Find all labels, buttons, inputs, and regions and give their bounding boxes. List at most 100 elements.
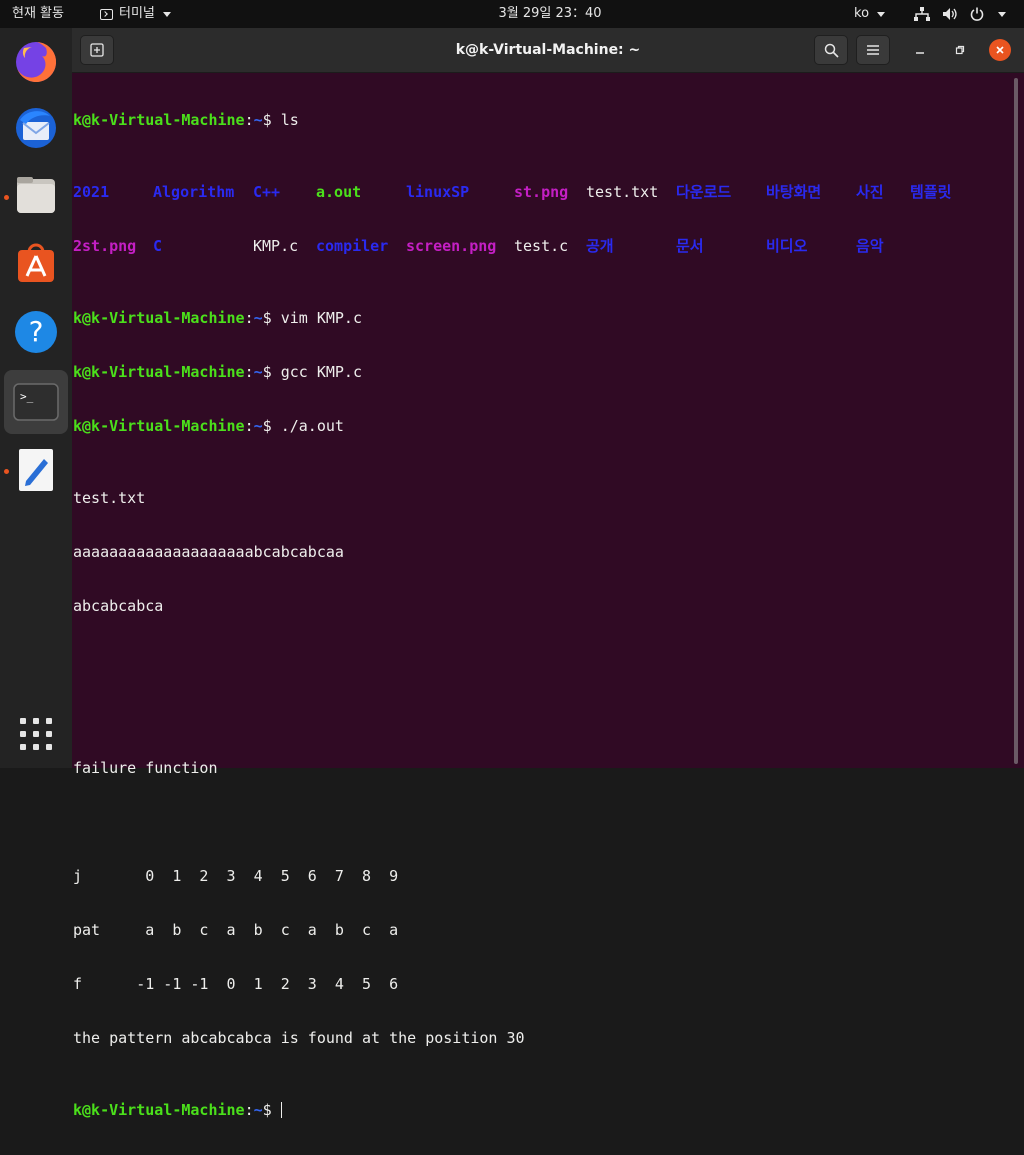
search-button[interactable] (814, 35, 848, 65)
ls-entry: 음악 (856, 237, 884, 255)
terminal-line: k@k-Virtual-Machine:~$ ./a.out (73, 417, 344, 435)
command-text: ls (280, 111, 299, 129)
prompt-sign: $ (262, 111, 281, 129)
dock: ? >_ (0, 28, 72, 768)
hamburger-icon (867, 45, 879, 55)
ls-entry: 2st.png (73, 237, 137, 255)
ls-entry: test.c (514, 237, 569, 255)
firefox-icon (16, 41, 57, 82)
ls-entry: 사진 (856, 183, 884, 201)
terminal-window: k@k-Virtual-Machine: ~ k@k-Virtual-Machi… (72, 28, 1024, 1119)
output-line: pat a b c a b c a b c a (73, 921, 399, 939)
minimize-icon (916, 52, 924, 54)
ls-entry: compiler (316, 237, 389, 255)
power-icon (970, 7, 984, 21)
terminal-app-icon: >_ (13, 383, 59, 421)
dock-help[interactable]: ? (4, 300, 68, 364)
ls-entry: 바탕화면 (766, 183, 822, 201)
new-tab-button[interactable] (80, 35, 114, 65)
prompt-path: ~ (253, 417, 263, 435)
ls-entry: test.txt (586, 183, 659, 201)
chevron-down-icon (877, 11, 886, 17)
chevron-down-icon (998, 11, 1006, 17)
ls-entry: 2021 (73, 183, 110, 201)
search-icon (824, 43, 839, 58)
svg-text:>_: >_ (20, 390, 34, 403)
dock-firefox[interactable] (4, 30, 68, 94)
ls-entry: 템플릿 (910, 183, 952, 201)
prompt-sign: $ (262, 363, 281, 381)
restore-icon (955, 45, 965, 55)
svg-text:?: ? (29, 315, 44, 348)
output-line: test.txt (73, 489, 146, 507)
ls-entry: screen.png (406, 237, 497, 255)
thunderbird-icon (16, 108, 56, 148)
volume-icon (943, 8, 957, 20)
close-icon (996, 46, 1004, 54)
input-lang-label: ko (854, 6, 870, 21)
text-editor-icon (19, 449, 53, 491)
terminal-line: k@k-Virtual-Machine:~$ ls (73, 111, 299, 129)
maximize-button[interactable] (949, 39, 971, 61)
command-text: ./a.out (280, 417, 344, 435)
ls-entry: 다운로드 (676, 183, 732, 201)
dock-show-apps[interactable] (4, 702, 68, 766)
text-cursor (280, 1102, 283, 1118)
menu-button[interactable] (856, 35, 890, 65)
input-method-menu[interactable]: ko (854, 0, 886, 28)
prompt-sign: $ (262, 417, 281, 435)
files-icon (17, 177, 55, 213)
terminal-line: k@k-Virtual-Machine:~$ gcc KMP.c (73, 363, 362, 381)
grid-icon (20, 718, 52, 750)
ls-entry: C (153, 237, 163, 255)
terminal-output[interactable]: k@k-Virtual-Machine:~$ ls 2021 Algorithm… (73, 75, 1005, 1119)
output-line: aaaaaaaaaaaaaaaaaaaabcabcabcaa (73, 543, 344, 561)
ls-entry: KMP.c (253, 237, 299, 255)
output-line: failure function (73, 759, 218, 777)
scrollbar[interactable] (1014, 78, 1018, 764)
system-menu[interactable] (914, 0, 1006, 28)
dock-text-editor[interactable] (4, 438, 68, 502)
header-bar: k@k-Virtual-Machine: ~ (72, 28, 1024, 73)
ls-entry: a.out (316, 183, 362, 201)
dock-files[interactable] (4, 164, 68, 228)
software-store-icon (18, 243, 54, 282)
terminal-line: k@k-Virtual-Machine:~$ (73, 1101, 283, 1119)
output-line: j 0 1 2 3 4 5 6 7 8 9 (73, 867, 399, 885)
dock-software[interactable] (4, 232, 68, 296)
prompt-path: ~ (253, 111, 263, 129)
output-line: f -1 -1 -1 0 1 2 3 4 5 6 (73, 975, 399, 993)
command-text: gcc KMP.c (280, 363, 362, 381)
command-text: vim KMP.c (280, 309, 362, 327)
dock-terminal[interactable]: >_ (4, 370, 68, 434)
dock-thunderbird[interactable] (4, 96, 68, 160)
prompt-sign: $ (262, 309, 281, 327)
prompt-path: ~ (253, 309, 263, 327)
output-line: abcabcabca (73, 597, 164, 615)
ls-entry: 비디오 (766, 237, 808, 255)
top-bar: 현재 활동 터미널 3월 29일 23：40 ko (0, 0, 1024, 28)
prompt-path: ~ (253, 1101, 263, 1119)
network-icon (914, 7, 930, 21)
minimize-button[interactable] (909, 39, 931, 61)
output-line: the pattern abcabcabca is found at the p… (73, 1029, 525, 1047)
prompt-user: k@k-Virtual-Machine (73, 1101, 245, 1119)
ls-entry: 문서 (676, 237, 704, 255)
ls-entry: 공개 (586, 237, 614, 255)
new-tab-icon (90, 43, 104, 57)
ls-entry: Algorithm (153, 183, 235, 201)
ls-output-row: 2021 Algorithm C++ a.out linuxSP st.png … (73, 183, 1005, 201)
terminal-line: k@k-Virtual-Machine:~$ vim KMP.c (73, 309, 362, 327)
help-icon: ? (15, 311, 57, 353)
ls-entry: C++ (253, 183, 281, 201)
close-button[interactable] (989, 39, 1011, 61)
ls-output-row: 2st.png C KMP.c compiler screen.png test… (73, 237, 1005, 255)
ls-entry: st.png (514, 183, 569, 201)
prompt-sign: $ (262, 1101, 281, 1119)
prompt-path: ~ (253, 363, 263, 381)
ls-entry: linuxSP (406, 183, 470, 201)
prompt-user: k@k-Virtual-Machine (73, 111, 245, 129)
